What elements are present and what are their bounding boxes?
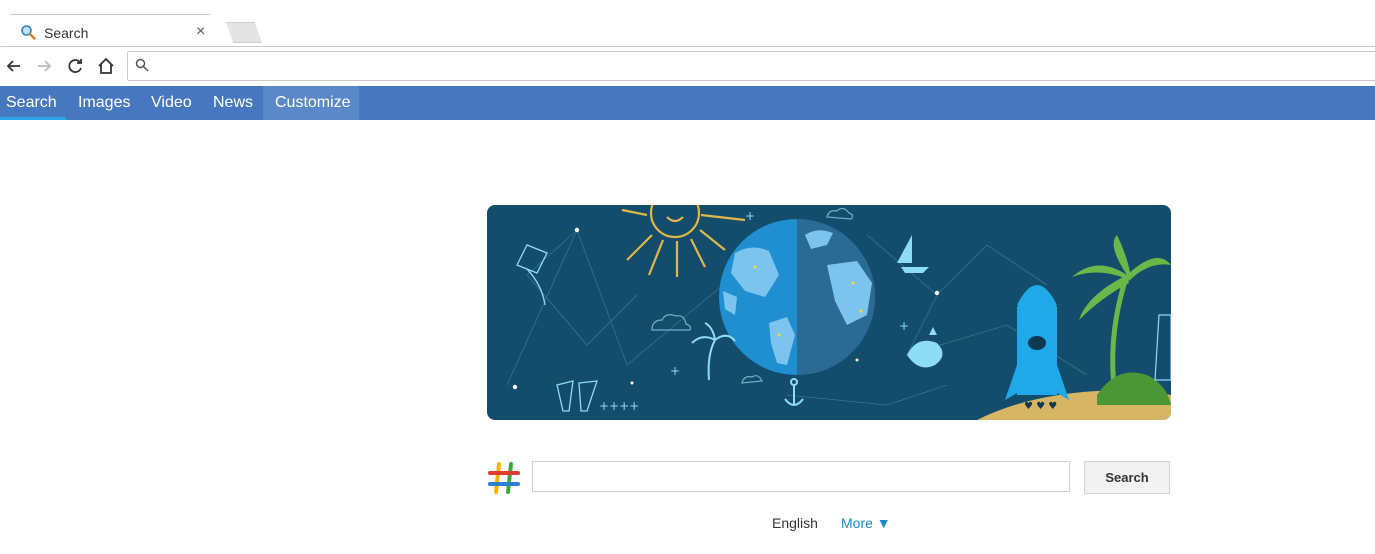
site-navbar: Search Images Video News Customize [0,86,1375,120]
svg-text:++++: ++++ [599,399,639,413]
nav-item-customize[interactable]: Customize [263,86,359,120]
svg-text:♥ ♥ ♥: ♥ ♥ ♥ [1024,401,1057,412]
language-label[interactable]: English [772,515,818,531]
svg-text:+: + [899,319,909,333]
new-tab-button[interactable] [226,22,262,43]
magnifier-icon [21,25,36,40]
close-icon[interactable]: × [196,23,205,41]
hero-banner: ++++ + + + ♥ ♥ ♥ [487,205,1171,420]
search-input[interactable] [532,461,1070,492]
search-button[interactable]: Search [1084,461,1170,494]
search-icon [135,58,149,72]
tab-title: Search [44,25,89,41]
reload-icon[interactable] [64,55,86,77]
tab-strip: Search × [0,0,1375,48]
home-icon[interactable] [95,55,117,77]
forward-icon[interactable] [33,55,55,77]
nav-item-video[interactable]: Video [145,86,198,120]
browser-toolbar [0,47,1375,86]
world-doodle-illustration: ++++ + + + ♥ ♥ ♥ [506,205,1171,420]
nav-item-news[interactable]: News [207,86,259,120]
back-icon[interactable] [3,55,25,77]
nav-item-images[interactable]: Images [72,86,136,120]
more-languages-link[interactable]: More ▼ [841,515,891,531]
browser-tab[interactable]: Search × [0,14,220,48]
search-row: Search [487,461,1171,495]
svg-text:+: + [745,209,755,223]
nav-item-search[interactable]: Search [0,86,66,120]
address-input[interactable] [156,54,1360,78]
hashtag-logo-icon [488,462,520,494]
address-bar[interactable] [127,51,1375,81]
svg-text:+: + [670,364,680,378]
